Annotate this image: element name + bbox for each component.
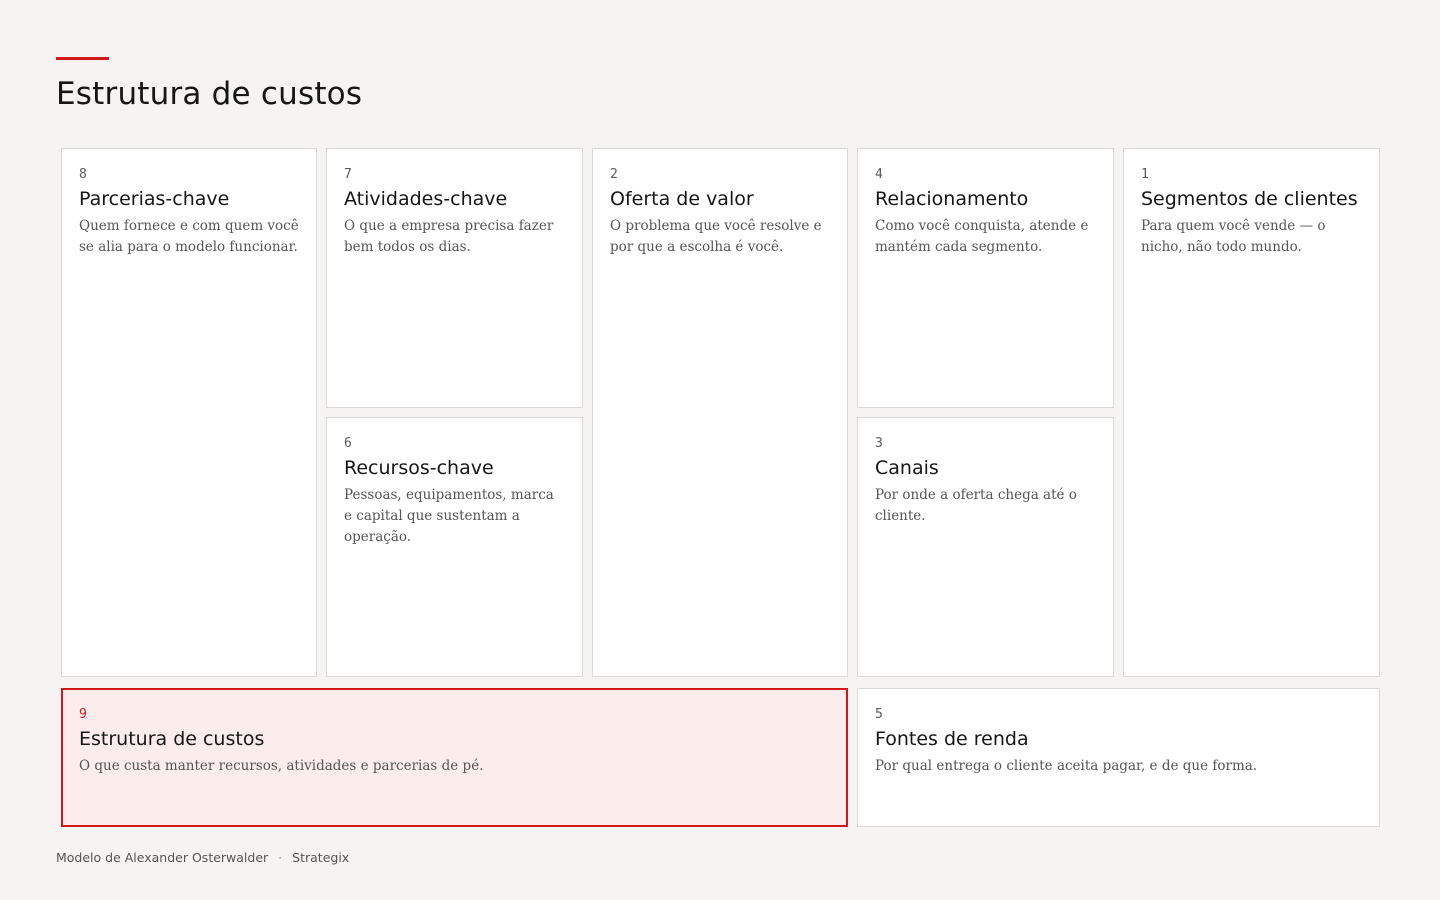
block-number: 6 [344, 436, 352, 451]
block-description: Por qual entrega o cliente aceita pagar,… [875, 758, 1258, 774]
block-number: 8 [79, 167, 87, 182]
title-accent-bar [56, 57, 109, 60]
footer-separator: · [278, 850, 283, 865]
block-description: Por onde a oferta chega até o cliente. [875, 487, 1077, 524]
block-description: O que custa manter recursos, atividades … [79, 758, 484, 774]
business-model-canvas: 8 Parcerias-chave Quem fornece e com que… [61, 148, 1380, 827]
block-fontes-de-renda[interactable]: 5 Fontes de renda Por qual entrega o cli… [857, 688, 1380, 827]
block-description: Como você conquista, atende e mantém cad… [875, 218, 1089, 255]
block-description: O que a empresa precisa fazer bem todos … [344, 218, 554, 255]
page-title: Estrutura de custos [56, 76, 363, 112]
block-title: Estrutura de custos [79, 728, 265, 750]
block-title: Fontes de renda [875, 728, 1029, 750]
block-description: Pessoas, equipamentos, marca e capital q… [344, 487, 554, 545]
block-number: 2 [610, 167, 618, 182]
block-segmentos-de-clientes[interactable]: 1 Segmentos de clientes Para quem você v… [1123, 148, 1380, 677]
block-recursos-chave[interactable]: 6 Recursos-chave Pessoas, equipamentos, … [326, 417, 583, 677]
block-number: 9 [79, 707, 87, 722]
block-parcerias-chave[interactable]: 8 Parcerias-chave Quem fornece e com que… [61, 148, 317, 677]
block-title: Relacionamento [875, 188, 1029, 210]
block-title: Atividades-chave [344, 188, 508, 210]
block-number: 4 [875, 167, 883, 182]
block-title: Canais [875, 457, 939, 479]
block-number: 5 [875, 707, 883, 722]
footer-brand: Strategix [292, 850, 350, 865]
block-number: 3 [875, 436, 883, 451]
block-estrutura-de-custos[interactable]: 9 Estrutura de custos O que custa manter… [61, 688, 848, 827]
block-description: Quem fornece e com quem você se alia par… [79, 218, 299, 255]
block-description: O problema que você resolve e por que a … [610, 218, 822, 255]
block-description: Para quem você vende — o nicho, não todo… [1141, 218, 1326, 255]
block-canais[interactable]: 3 Canais Por onde a oferta chega até o c… [857, 417, 1114, 677]
block-title: Recursos-chave [344, 457, 494, 479]
block-relacionamento[interactable]: 4 Relacionamento Como você conquista, at… [857, 148, 1114, 408]
footer: Modelo de Alexander Osterwalder · Strategi… [56, 850, 349, 865]
block-oferta-de-valor[interactable]: 2 Oferta de valor O problema que você re… [592, 148, 848, 677]
block-title: Segmentos de clientes [1141, 188, 1358, 210]
block-atividades-chave[interactable]: 7 Atividades-chave O que a empresa preci… [326, 148, 583, 408]
block-title: Parcerias-chave [79, 188, 230, 210]
block-number: 7 [344, 167, 352, 182]
block-title: Oferta de valor [610, 188, 754, 210]
footer-credit: Modelo de Alexander Osterwalder [56, 850, 269, 865]
block-number: 1 [1141, 167, 1149, 182]
